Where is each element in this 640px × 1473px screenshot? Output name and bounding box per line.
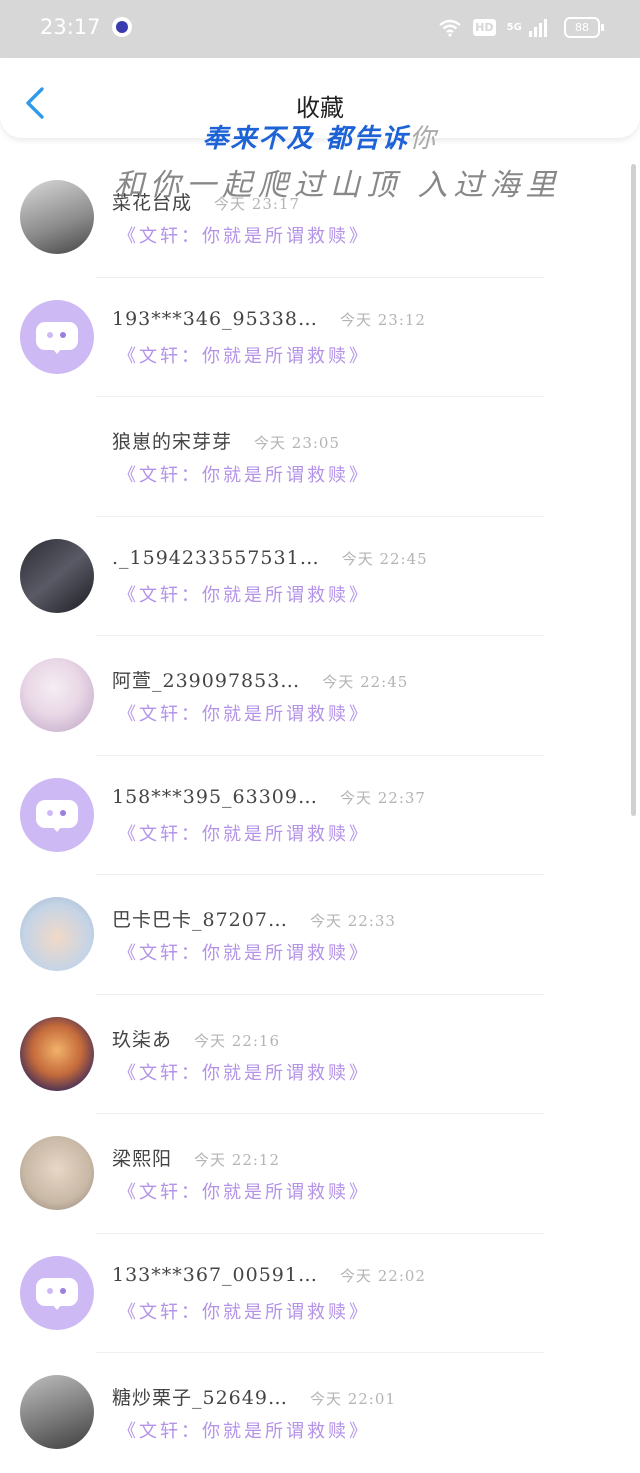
avatar [20,1016,94,1091]
book-title: 《文轩：你就是所谓救赎》 [118,1301,370,1323]
book-title: 《文轩：你就是所谓救赎》 [118,226,370,247]
timestamp: 今天 22:45 [322,673,409,691]
signal-icon [528,18,547,37]
user-name: 193***346_95338… 今天 23:12 [112,308,426,330]
wifi-icon [439,19,461,37]
book-title: 《文轩：你就是所谓救赎》 [118,345,370,367]
user-name: 133***367_00591… 今天 22:02 [112,1264,426,1286]
list-item[interactable]: 158***395_63309… 今天 22:37 《文轩：你就是所谓救赎》 [0,756,640,875]
list-item[interactable]: 巴卡巴卡_87207… 今天 22:33 《文轩：你就是所谓救赎》 [0,875,640,995]
timestamp: 今天 22:45 [341,549,428,568]
list-item[interactable]: 糖炒栗子_52649… 今天 22:01 《文轩：你就是所谓救赎》 [0,1353,640,1473]
status-icons: HD 5G 88 [438,17,604,41]
list-item[interactable]: 193***346_95338… 今天 23:12 《文轩：你就是所谓救赎》 [0,278,640,397]
list-item[interactable]: 玖柒あ 今天 22:16 《文轩：你就是所谓救赎》 [0,995,640,1114]
user-name-text: 193***346_95338… [112,307,318,330]
user-name-text: ._1594233557531… [112,546,320,569]
book-title: 《文轩：你就是所谓救赎》 [118,823,370,845]
avatar [20,538,94,613]
user-name-text: 糖炒栗子_52649… [112,1387,288,1409]
avatar [20,1255,94,1330]
chat-bubble-icon [36,321,78,354]
overlay-blue-text: 来不及 都告诉 [230,124,410,154]
user-name: ._1594233557531… 今天 22:45 [112,547,428,569]
timestamp: 今天 22:16 [194,1031,281,1050]
book-title: 《文轩：你就是所谓救赎》 [118,1421,370,1442]
network-type: 5G [506,22,522,33]
user-name-text: 阿萱_239097853… [112,670,301,692]
user-name: 巴卡巴卡_87207… 今天 22:33 [112,905,396,932]
book-title: 《文轩：你就是所谓救赎》 [118,584,370,606]
scrollbar[interactable] [631,164,636,816]
book-title: 《文轩：你就是所谓救赎》 [118,465,370,486]
chat-bubble-icon [36,799,78,832]
timestamp: 今天 23:12 [339,310,426,329]
avatar [20,777,94,852]
list-item[interactable]: 阿萱_239097853… 今天 22:45 《文轩：你就是所谓救赎》 [0,636,640,756]
overlay-prefix: 奉 [202,124,231,154]
timestamp: 今天 23:05 [254,434,341,452]
hd-badge: HD [473,19,496,36]
timestamp: 今天 22:12 [194,1151,281,1169]
user-name: 阿萱_239097853… 今天 22:45 [112,666,408,693]
user-name: 糖炒栗子_52649… 今天 22:01 [112,1383,396,1410]
timestamp: 今天 22:01 [309,1390,396,1408]
status-bar: 23:17 HD 5G 88 [0,0,640,58]
list-item[interactable]: 狼崽的宋芽芽 今天 23:05 《文轩：你就是所谓救赎》 [0,397,640,517]
book-title: 《文轩：你就是所谓救赎》 [118,704,370,725]
timestamp: 今天 22:02 [339,1266,426,1285]
battery-icon: 88 [564,17,604,38]
avatar [20,897,94,971]
avatar [20,1375,94,1449]
user-name-text: 玖柒あ [112,1028,173,1051]
avatar [20,180,94,254]
user-name: 玖柒あ 今天 22:16 [112,1025,280,1052]
notification-app-icon [112,17,132,37]
user-name-text: 133***367_00591… [112,1263,318,1286]
timestamp: 今天 22:33 [309,912,396,930]
book-title: 《文轩：你就是所谓救赎》 [118,1062,370,1084]
favorites-list: 菜花台成 今天 23:17 《文轩：你就是所谓救赎》 193***346_9533… [0,158,640,1473]
user-name: 狼崽的宋芽芽 今天 23:05 [112,427,340,454]
avatar [20,658,94,732]
user-name: 158***395_63309… 今天 22:37 [112,786,426,808]
overlay-suffix: 你 [409,124,438,154]
list-item[interactable]: 133***367_00591… 今天 22:02 《文轩：你就是所谓救赎》 [0,1234,640,1353]
chat-bubble-icon [36,1277,78,1310]
list-item[interactable]: 梁熙阳 今天 22:12 《文轩：你就是所谓救赎》 [0,1114,640,1234]
user-name-text: 梁熙阳 [112,1148,173,1170]
book-title: 《文轩：你就是所谓救赎》 [118,1182,370,1203]
overlay-caption-line1: 奉来不及 都告诉你 [0,118,640,155]
status-time: 23:17 [40,15,101,39]
user-name-text: 巴卡巴卡_87207… [112,909,288,931]
user-name: 梁熙阳 今天 22:12 [112,1144,280,1171]
list-item[interactable]: ._1594233557531… 今天 22:45 《文轩：你就是所谓救赎》 [0,517,640,636]
avatar [20,1136,94,1210]
book-title: 《文轩：你就是所谓救赎》 [118,943,370,964]
user-name-text: 狼崽的宋芽芽 [112,431,233,453]
user-name-text: 158***395_63309… [112,785,318,808]
overlay-caption-line2: 和你一起爬过山顶 入过海里 [114,168,562,203]
avatar [20,299,94,374]
timestamp: 今天 22:37 [339,788,426,807]
